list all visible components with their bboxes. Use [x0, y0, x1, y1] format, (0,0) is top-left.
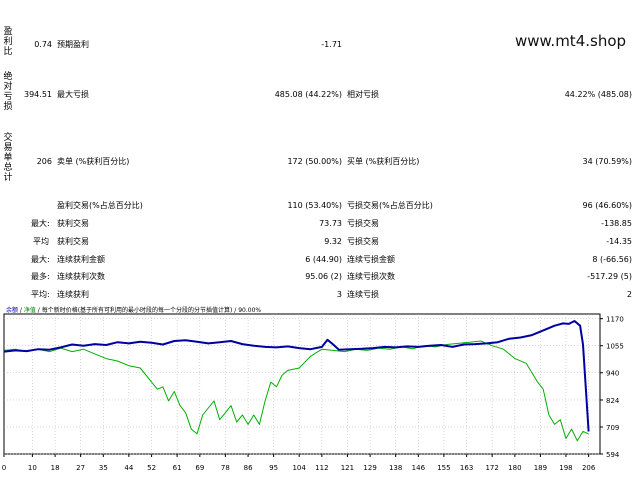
x-tick-label: 35: [99, 464, 108, 472]
x-tick-label: 206: [582, 464, 596, 472]
watermark-text: www.mt4.shop: [515, 32, 627, 50]
section-label-profit-factor: 盈利比: [3, 27, 13, 57]
x-tick-label: 129: [363, 464, 376, 472]
x-tick-label: 10: [28, 464, 37, 472]
stat-value: 3: [336, 290, 342, 299]
legend-equity: 净值: [23, 307, 36, 314]
stat-label: 卖单 (%获利百分比): [57, 157, 130, 166]
stat-label: 亏损交易: [347, 219, 379, 228]
stat-value: 0.74: [34, 40, 52, 49]
stat-value: 44.22% (485.08): [564, 90, 632, 99]
stat-value: 110 (53.40%): [287, 201, 342, 210]
stat-value: 9.32: [324, 237, 342, 246]
stat-label: 买单 (%获利百分比): [347, 157, 420, 166]
stat-value: 2: [626, 290, 632, 299]
stat-label: 连续获利: [57, 290, 89, 299]
x-tick-label: 0: [2, 464, 6, 472]
x-tick-label: 155: [437, 464, 450, 472]
x-tick-label: 189: [534, 464, 547, 472]
x-tick-label: 180: [508, 464, 521, 472]
stat-prefix: 最大:: [31, 219, 50, 228]
balance-chart: 0 10 18 27 35 44 52 61 69 78 86 95 104 112 121 129 138 14…: [2, 306, 638, 478]
stat-value: -14.35: [606, 237, 632, 246]
stat-value: 172 (50.00%): [287, 157, 342, 166]
y-tick-label: 1170: [606, 316, 624, 324]
stat-value: 394.51: [24, 90, 52, 99]
y-tick-label: 1055: [606, 343, 624, 351]
y-tick-label: 824: [606, 397, 620, 405]
x-tick-label: 78: [221, 464, 230, 472]
plot-frame: [3, 313, 601, 455]
x-tick-label: 138: [389, 464, 402, 472]
x-tick-label: 172: [485, 464, 498, 472]
stat-label: 连续获利次数: [57, 272, 105, 281]
x-tick-label: 104: [292, 464, 306, 472]
stat-label: 连续亏损金额: [347, 255, 395, 264]
stat-value: 485.08 (44.22%): [274, 90, 342, 99]
stat-prefix: 最大:: [31, 255, 50, 264]
stat-label: 最大亏损: [57, 90, 89, 99]
stat-label: 亏损交易(%占总百分比): [347, 201, 433, 210]
x-tick-label: 69: [195, 464, 204, 472]
chart-svg: 0 10 18 27 35 44 52 61 69 78 86 95 104 112 121 129 138 14…: [2, 313, 624, 472]
x-tick-label: 112: [315, 464, 328, 472]
x-tick-label: 163: [460, 464, 473, 472]
stat-value: 95.06 (2): [305, 272, 342, 281]
legend-balance: 余额: [6, 307, 19, 314]
stat-label: 连续亏损: [347, 290, 379, 299]
stat-label: 连续亏损次数: [347, 272, 395, 281]
stat-value: -517.29 (5): [587, 272, 632, 281]
stat-value: 206: [36, 157, 52, 166]
x-tick-label: 198: [559, 464, 572, 472]
section-label-total-trades: 交易单总计: [3, 133, 13, 183]
stat-prefix: 最多:: [31, 272, 50, 281]
x-tick-label: 86: [244, 464, 253, 472]
x-tick-label: 52: [147, 464, 156, 472]
stat-value: 34 (70.59%): [582, 157, 632, 166]
stat-prefix: 平均:: [31, 290, 50, 299]
x-tick-label: 121: [341, 464, 354, 472]
stat-label: 盈利交易(%占总百分比): [57, 201, 143, 210]
stat-value: 6 (44.90): [305, 255, 342, 264]
x-tick-label: 44: [124, 464, 133, 472]
legend-description: / 每个新时价格(基于所有可利用的最小时段的每一个分段的分节插值计算) / 90…: [35, 307, 262, 314]
section-label-absolute: 绝对亏损: [3, 72, 13, 112]
stat-value: 73.73: [319, 219, 342, 228]
x-tick-label: 61: [173, 464, 182, 472]
stat-value: -138.85: [601, 219, 632, 228]
stat-label: 预期盈利: [57, 40, 89, 49]
y-tick-label: 940: [606, 370, 619, 378]
stat-label: 获利交易: [57, 219, 89, 228]
stat-value: 8 (-66.56): [592, 255, 632, 264]
stat-label: 获利交易: [57, 237, 89, 246]
stat-label: 连续获利金额: [57, 255, 105, 264]
chart-legend: 余额 / 净值 / 每个新时价格(基于所有可利用的最小时段的每一个分段的分节插值…: [6, 307, 261, 315]
y-tick-label: 709: [606, 424, 619, 432]
x-tick-label: 27: [76, 464, 85, 472]
stat-label: 亏损交易: [347, 237, 379, 246]
x-tick-label: 146: [412, 464, 426, 472]
x-tick-label: 18: [51, 464, 60, 472]
stat-value: -1.71: [321, 40, 342, 49]
x-tick-label: 95: [269, 464, 278, 472]
stat-label: 相对亏损: [347, 90, 379, 99]
stat-prefix: 平均: [33, 237, 49, 246]
stat-value: 96 (46.60%): [582, 201, 632, 210]
y-tick-label: 594: [606, 451, 620, 459]
